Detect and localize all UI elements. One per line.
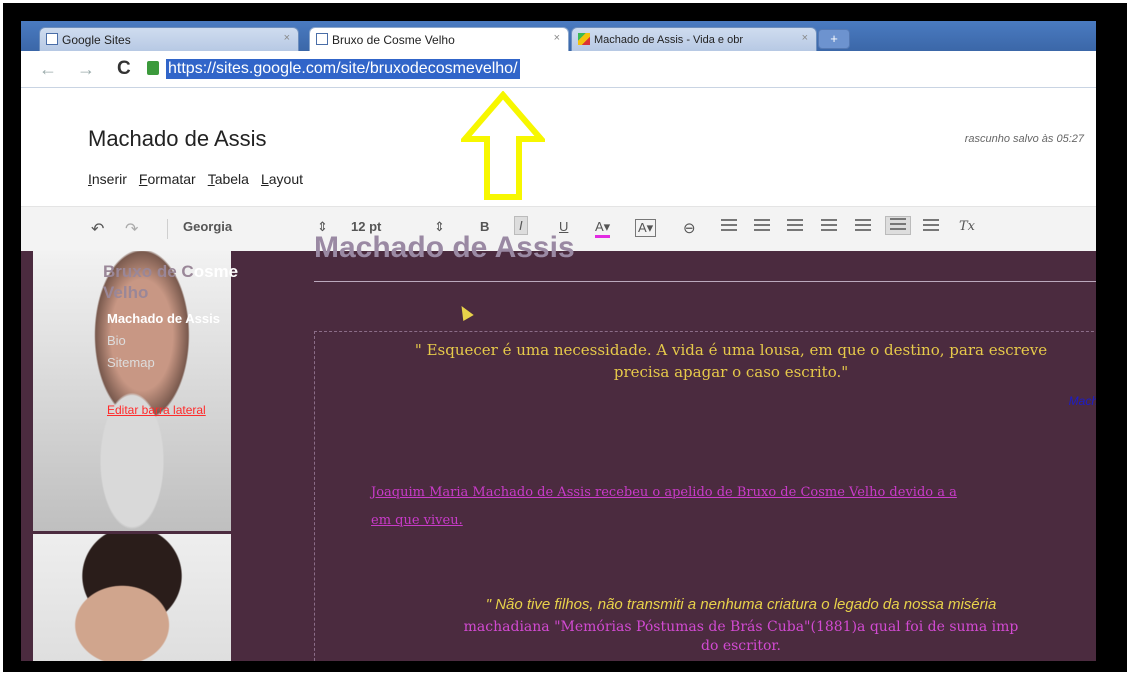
font-select[interactable]: Georgia — [183, 219, 232, 234]
menu-formatar[interactable]: Formatar — [139, 171, 196, 187]
divider — [167, 219, 168, 239]
divider — [314, 281, 1104, 282]
menu-inserir[interactable]: Inserir — [88, 171, 127, 187]
quote2-body: machadiana "Memórias Póstumas de Brás Cu… — [371, 618, 1108, 656]
quote2-line: do escritor. — [701, 638, 781, 654]
tab-machado[interactable]: Machado de Assis - Vida e obr × — [571, 27, 817, 51]
new-tab-button[interactable]: + — [818, 29, 850, 49]
black-margin — [1096, 21, 1108, 661]
tab-label: Bruxo de Cosme Velho — [332, 32, 455, 47]
text-color-icon[interactable]: A▾ — [595, 219, 611, 238]
indent-icon[interactable] — [821, 219, 837, 234]
redo-icon[interactable]: ↷ — [125, 219, 138, 239]
tab-google-sites[interactable]: Google Sites × — [39, 27, 299, 51]
outdent-icon[interactable] — [787, 219, 803, 234]
url-input[interactable]: https://sites.google.com/site/bruxodecos… — [166, 59, 520, 79]
sidebar-link-sitemap[interactable]: Sitemap — [107, 355, 155, 370]
tab-bruxo[interactable]: Bruxo de Cosme Velho × — [309, 27, 569, 51]
browser-window: Google Sites × Bruxo de Cosme Velho × Ma… — [21, 21, 1108, 661]
align-right-icon[interactable] — [923, 219, 939, 234]
lock-icon — [147, 61, 159, 75]
quote-block: " Esquecer é uma necessidade. A vida é u… — [346, 339, 1108, 383]
menu-tabela[interactable]: Tabela — [208, 171, 249, 187]
align-center-icon[interactable] — [885, 216, 911, 235]
address-bar: ← → C https://sites.google.com/site/brux… — [21, 51, 1108, 88]
sidebar-link-bio[interactable]: Bio — [107, 333, 126, 348]
quote-line: precisa apagar o caso escrito." — [613, 363, 849, 381]
bulleted-list-icon[interactable] — [754, 219, 770, 234]
annotation-arrow-icon — [461, 91, 545, 200]
menu-layout[interactable]: Layout — [261, 171, 303, 187]
clear-format-icon[interactable]: Tx — [959, 219, 975, 234]
numbered-list-icon[interactable] — [721, 219, 737, 234]
undo-icon[interactable]: ↶ — [91, 219, 104, 239]
bio-paragraph[interactable]: Joaquim Maria Machado de Assis recebeu o… — [371, 479, 1108, 535]
sites-favicon-icon — [316, 33, 328, 45]
close-icon[interactable]: × — [554, 32, 560, 44]
quote-author: Mach — [1068, 394, 1098, 408]
editor-menubar: Inserir Formatar Tabela Layout — [88, 171, 303, 187]
close-icon[interactable]: × — [284, 32, 290, 44]
edit-sidebar-link[interactable]: Editar barra lateral — [107, 403, 206, 417]
close-icon[interactable]: × — [802, 32, 808, 44]
back-icon[interactable]: ← — [39, 59, 57, 80]
forward-icon[interactable]: → — [77, 59, 95, 80]
quote2-line: " Não tive filhos, não transmiti a nenhu… — [485, 596, 997, 613]
sidebar-title-part: Bruxo de C — [103, 262, 194, 281]
paragraph-line: Joaquim Maria Machado de Assis recebeu o… — [371, 485, 957, 500]
site-title: Machado de Assis — [88, 126, 267, 151]
maps-favicon-icon — [578, 33, 590, 45]
sidebar-title-part: osme — [193, 262, 239, 281]
portrait-image-2 — [33, 534, 231, 661]
sidebar-site-title[interactable]: Bruxo de Cosme Velho — [103, 261, 263, 303]
tab-label: Machado de Assis - Vida e obr — [594, 33, 743, 46]
align-left-icon[interactable] — [855, 219, 871, 234]
page-canvas: Bruxo de Cosme Velho Machado de Assis Bi… — [21, 231, 1108, 661]
tab-strip: Google Sites × Bruxo de Cosme Velho × Ma… — [21, 21, 1108, 51]
reload-icon[interactable]: C — [117, 58, 131, 80]
highlight-color-icon[interactable]: A▾ — [635, 219, 657, 237]
quote-line: " Esquecer é uma necessidade. A vida é u… — [414, 341, 1048, 359]
page-heading: Machado de Assis — [314, 231, 575, 264]
tab-label: Google Sites — [62, 32, 131, 47]
save-status: rascunho salvo às 05:27 — [964, 133, 1084, 145]
quote2-line: machadiana "Memórias Póstumas de Brás Cu… — [463, 619, 1019, 635]
link-icon[interactable]: ⊖ — [683, 219, 696, 237]
sidebar-title-part: Velho — [103, 283, 149, 302]
sidebar-link-machado[interactable]: Machado de Assis — [107, 311, 220, 326]
screenshot-frame: Google Sites × Bruxo de Cosme Velho × Ma… — [3, 3, 1127, 672]
sites-favicon-icon — [46, 33, 58, 45]
paragraph-line: em que viveu. — [371, 513, 463, 528]
